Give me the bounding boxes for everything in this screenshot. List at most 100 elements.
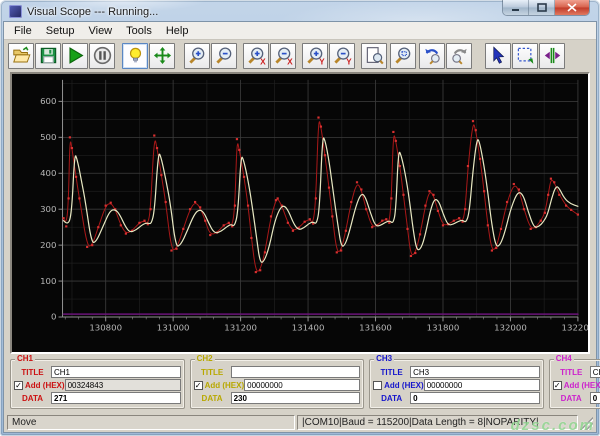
close-button[interactable]	[555, 0, 589, 15]
menu-help[interactable]: Help	[159, 23, 196, 39]
y-tick-label: 600	[40, 96, 56, 106]
data-label: DATA	[21, 393, 44, 403]
zoom-y-in-icon: Y	[306, 47, 325, 65]
data-value-input[interactable]	[230, 392, 361, 404]
add-hex-label: Add (HEX)	[204, 380, 245, 390]
menu-setup[interactable]: Setup	[39, 23, 82, 39]
save-button[interactable]	[35, 42, 61, 69]
zoom-window-button[interactable]	[390, 42, 416, 69]
menu-file[interactable]: File	[7, 23, 39, 39]
channel-legend: CH1	[15, 354, 36, 363]
x-tick-label: 132200	[562, 323, 588, 333]
select-icon	[517, 47, 533, 64]
channel-strip: CH1TITLE✓Add (HEX)DATACH2TITLE✓Add (HEX)…	[4, 354, 600, 412]
add-hex-input[interactable]	[244, 379, 361, 391]
data-value-input[interactable]	[589, 392, 600, 404]
window-title: Visual Scope --- Running...	[27, 5, 159, 18]
add-hex-input[interactable]	[423, 379, 540, 391]
zoom-x-out-icon: X	[274, 47, 293, 65]
trace-ch2	[62, 137, 579, 263]
x-tick-label: 130800	[89, 323, 122, 333]
zoom-in-button[interactable]	[184, 42, 210, 69]
app-icon	[9, 5, 22, 18]
svg-text:X: X	[260, 56, 266, 65]
move-icon	[153, 46, 171, 65]
data-value-input[interactable]	[51, 392, 181, 404]
zoom-out-icon	[215, 47, 231, 64]
add-hex-checkbox[interactable]: ✓	[14, 380, 23, 390]
add-hex-label: Add (HEX)	[384, 380, 424, 390]
status-bar: Move |COM10|Baud = 115200|Data Length = …	[4, 412, 596, 432]
light-icon	[129, 47, 141, 63]
zoom-x-out-button[interactable]: X	[270, 42, 296, 69]
zoom-y-out-button[interactable]: Y	[329, 42, 355, 69]
zoom-fit-icon	[366, 47, 384, 65]
menu-tools[interactable]: Tools	[119, 23, 159, 39]
measure-icon	[544, 47, 560, 64]
scope-chart-panel[interactable]: 0 100 200 300 400 500 600 130800 131000 131200 131…	[10, 72, 590, 354]
add-hex-checkbox[interactable]	[373, 380, 383, 390]
client-area: File Setup View Tools Help X X Y Y 0 100 200 300 40…	[3, 21, 600, 433]
x-tick-label: 131400	[292, 323, 325, 333]
y-tick-label: 300	[40, 204, 56, 214]
zoom-out-button[interactable]	[211, 42, 237, 69]
measure-button[interactable]	[539, 42, 565, 69]
y-tick-label: 500	[40, 132, 56, 142]
title-label: TITLE	[380, 367, 403, 377]
svg-text:Y: Y	[346, 56, 352, 65]
add-hex-input[interactable]	[64, 379, 181, 391]
zoom-undo-icon	[424, 48, 440, 65]
title-input[interactable]	[230, 366, 361, 378]
minimize-button[interactable]	[503, 0, 529, 15]
title-bar[interactable]: Visual Scope --- Running...	[3, 0, 597, 21]
data-value-input[interactable]	[410, 392, 540, 404]
title-label: TITLE	[21, 367, 44, 377]
light-button[interactable]	[122, 42, 148, 69]
open-button[interactable]	[8, 42, 34, 69]
y-tick-label: 200	[40, 240, 56, 250]
zoom-undo-button[interactable]	[419, 42, 445, 69]
cursor-icon	[492, 46, 504, 64]
status-port-info: |COM10|Baud = 115200|Data Length = 8|NOP…	[297, 414, 578, 430]
add-hex-checkbox[interactable]: ✓	[193, 380, 203, 390]
channel-groupbox-ch4: CH4 TITLE ✓Add (HEX) DATA	[548, 354, 600, 409]
channel-groupbox-ch2: CH2 TITLE ✓Add (HEX) DATA	[189, 354, 365, 409]
zoom-fit-button[interactable]	[361, 42, 387, 69]
toolbar: XXYY	[4, 40, 596, 71]
x-tick-label: 131800	[427, 323, 460, 333]
resize-grip[interactable]	[580, 417, 593, 430]
data-label: DATA	[560, 393, 582, 403]
run-button[interactable]	[62, 42, 88, 69]
zoom-x-in-button[interactable]: X	[243, 42, 269, 69]
y-tick-label: 400	[40, 168, 56, 178]
title-input[interactable]	[589, 366, 600, 378]
title-label: TITLE	[200, 367, 224, 377]
run-icon	[68, 47, 84, 64]
zoom-in-icon	[188, 47, 204, 64]
zoom-y-out-icon: Y	[333, 47, 352, 65]
x-tick-label: 132000	[494, 323, 527, 333]
open-icon	[12, 46, 30, 63]
pause-button[interactable]	[89, 42, 115, 69]
app-window: Visual Scope --- Running... File Setup Vie…	[0, 0, 600, 436]
menu-view[interactable]: View	[81, 23, 119, 39]
caption-buttons	[503, 0, 589, 15]
cursor-button[interactable]	[485, 42, 511, 69]
title-input[interactable]	[410, 366, 540, 378]
maximize-button[interactable]	[529, 0, 555, 15]
title-input[interactable]	[51, 366, 181, 378]
channel-legend: CH4	[553, 354, 574, 363]
add-hex-label: Add (HEX)	[563, 380, 600, 390]
scope-chart[interactable]: 0 100 200 300 400 500 600 130800 131000 131200 131…	[12, 74, 588, 352]
y-tick-label: 100	[40, 276, 56, 286]
add-hex-checkbox[interactable]: ✓	[552, 380, 562, 390]
move-button[interactable]	[149, 42, 175, 69]
channel-legend: CH2	[194, 354, 215, 363]
zoom-redo-button[interactable]	[446, 42, 472, 69]
pause-icon	[93, 46, 111, 65]
status-mode: Move	[7, 414, 295, 430]
title-label: TITLE	[560, 367, 583, 377]
zoom-y-in-button[interactable]: Y	[302, 42, 328, 69]
data-label: DATA	[381, 393, 403, 403]
select-button[interactable]	[512, 42, 538, 69]
